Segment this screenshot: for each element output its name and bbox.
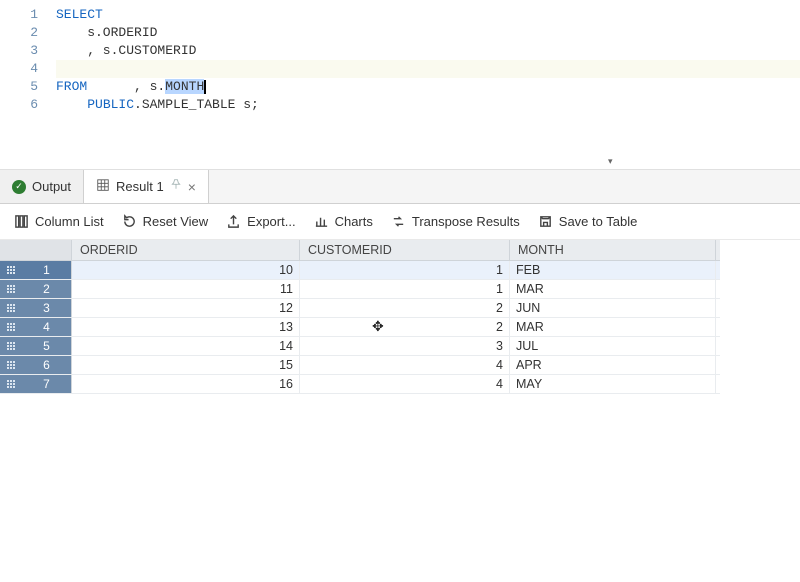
tab-label: Output — [32, 179, 71, 194]
code-line[interactable]: SELECT — [56, 6, 800, 24]
cell-month[interactable]: JUL — [510, 337, 716, 355]
column-header-month[interactable]: MONTH — [510, 240, 716, 260]
row-handle[interactable]: 4 — [0, 318, 72, 336]
button-label: Charts — [335, 214, 373, 229]
grip-icon — [0, 280, 22, 298]
tab-result-1[interactable]: Result 1 × — [84, 170, 209, 203]
reset-view-button[interactable]: Reset View — [122, 214, 209, 229]
grip-icon — [0, 299, 22, 317]
line-number: 5 — [0, 78, 56, 96]
row-handle[interactable]: 5 — [0, 337, 72, 355]
cell-month[interactable]: FEB — [510, 261, 716, 279]
tab-output[interactable]: ✓ Output — [0, 170, 84, 203]
cell-orderid[interactable]: 15 — [72, 356, 300, 374]
line-number: 3 — [0, 42, 56, 60]
code-line[interactable]: s.ORDERID — [56, 24, 800, 42]
cell-month[interactable]: MAR — [510, 280, 716, 298]
row-number: 6 — [22, 356, 71, 375]
line-number: 1 — [0, 6, 56, 24]
cell-orderid[interactable]: 10 — [72, 261, 300, 279]
row-number: 2 — [22, 280, 71, 299]
row-number: 3 — [22, 299, 71, 318]
row-handle[interactable]: 7 — [0, 375, 72, 393]
charts-button[interactable]: Charts — [314, 214, 373, 229]
cell-month[interactable]: MAR — [510, 318, 716, 336]
grid-header: ORDERID CUSTOMERID MONTH — [0, 240, 720, 261]
line-number: 2 — [0, 24, 56, 42]
table-row[interactable]: 7164MAY — [0, 375, 720, 394]
grid-body: 1101FEB2111MAR3122JUN4132MAR5143JUL6154A… — [0, 261, 720, 394]
cell-customerid[interactable]: 1 — [300, 280, 510, 298]
pin-icon[interactable] — [170, 179, 182, 194]
column-header-customerid[interactable]: CUSTOMERID — [300, 240, 510, 260]
cell-customerid[interactable]: 1 — [300, 261, 510, 279]
row-number: 1 — [22, 261, 71, 280]
tab-label: Result 1 — [116, 179, 164, 194]
row-handle[interactable]: 6 — [0, 356, 72, 374]
table-row[interactable]: 2111MAR — [0, 280, 720, 299]
chevron-down-icon[interactable]: ▾ — [608, 156, 613, 167]
cell-customerid[interactable]: 2 — [300, 299, 510, 317]
code-area[interactable]: SELECT s.ORDERID , s.CUSTOMERID , s.MONT… — [56, 0, 800, 169]
cell-orderid[interactable]: 16 — [72, 375, 300, 393]
cell-month[interactable]: MAY — [510, 375, 716, 393]
cell-orderid[interactable]: 13 — [72, 318, 300, 336]
cell-customerid[interactable]: 4 — [300, 356, 510, 374]
transpose-button[interactable]: Transpose Results — [391, 214, 520, 229]
row-number: 4 — [22, 318, 71, 337]
grid-icon — [96, 178, 110, 195]
cell-customerid[interactable]: 3 — [300, 337, 510, 355]
table-row[interactable]: 1101FEB — [0, 261, 720, 280]
button-label: Save to Table — [559, 214, 638, 229]
code-line[interactable]: , s.MONTH — [56, 60, 800, 78]
row-handle[interactable]: 1 — [0, 261, 72, 279]
export-button[interactable]: Export... — [226, 214, 295, 229]
table-row[interactable]: 5143JUL — [0, 337, 720, 356]
cell-orderid[interactable]: 11 — [72, 280, 300, 298]
grip-icon — [0, 356, 22, 374]
result-tabs: ✓ Output Result 1 × — [0, 170, 800, 204]
line-gutter: 1 2 3 4 5 6 — [0, 0, 56, 169]
column-header-orderid[interactable]: ORDERID — [72, 240, 300, 260]
button-label: Column List — [35, 214, 104, 229]
cell-orderid[interactable]: 12 — [72, 299, 300, 317]
button-label: Reset View — [143, 214, 209, 229]
code-line[interactable]: PUBLIC.SAMPLE_TABLE s; — [56, 96, 800, 114]
cell-orderid[interactable]: 14 — [72, 337, 300, 355]
results-toolbar: Column List Reset View Export... Charts … — [0, 204, 800, 240]
cell-customerid[interactable]: 2 — [300, 318, 510, 336]
row-number: 7 — [22, 375, 71, 394]
success-icon: ✓ — [12, 180, 26, 194]
row-handle[interactable]: 2 — [0, 280, 72, 298]
grip-icon — [0, 318, 22, 336]
row-number: 5 — [22, 337, 71, 356]
table-row[interactable]: 3122JUN — [0, 299, 720, 318]
cell-month[interactable]: APR — [510, 356, 716, 374]
close-icon[interactable]: × — [188, 179, 196, 195]
save-to-table-button[interactable]: Save to Table — [538, 214, 638, 229]
cell-customerid[interactable]: 4 — [300, 375, 510, 393]
cell-month[interactable]: JUN — [510, 299, 716, 317]
code-line[interactable]: FROM — [56, 78, 800, 96]
line-number: 6 — [0, 96, 56, 114]
results-grid[interactable]: ORDERID CUSTOMERID MONTH 1101FEB2111MAR3… — [0, 240, 720, 394]
line-number: 4 — [0, 60, 56, 78]
code-line[interactable]: , s.CUSTOMERID — [56, 42, 800, 60]
grip-icon — [0, 375, 22, 393]
table-row[interactable]: 6154APR — [0, 356, 720, 375]
grip-icon — [0, 337, 22, 355]
corner-cell[interactable] — [0, 240, 72, 260]
button-label: Export... — [247, 214, 295, 229]
table-row[interactable]: 4132MAR — [0, 318, 720, 337]
row-handle[interactable]: 3 — [0, 299, 72, 317]
sql-editor[interactable]: 1 2 3 4 5 6 SELECT s.ORDERID , s.CUSTOME… — [0, 0, 800, 170]
column-list-button[interactable]: Column List — [14, 214, 104, 229]
button-label: Transpose Results — [412, 214, 520, 229]
grip-icon — [0, 261, 22, 279]
